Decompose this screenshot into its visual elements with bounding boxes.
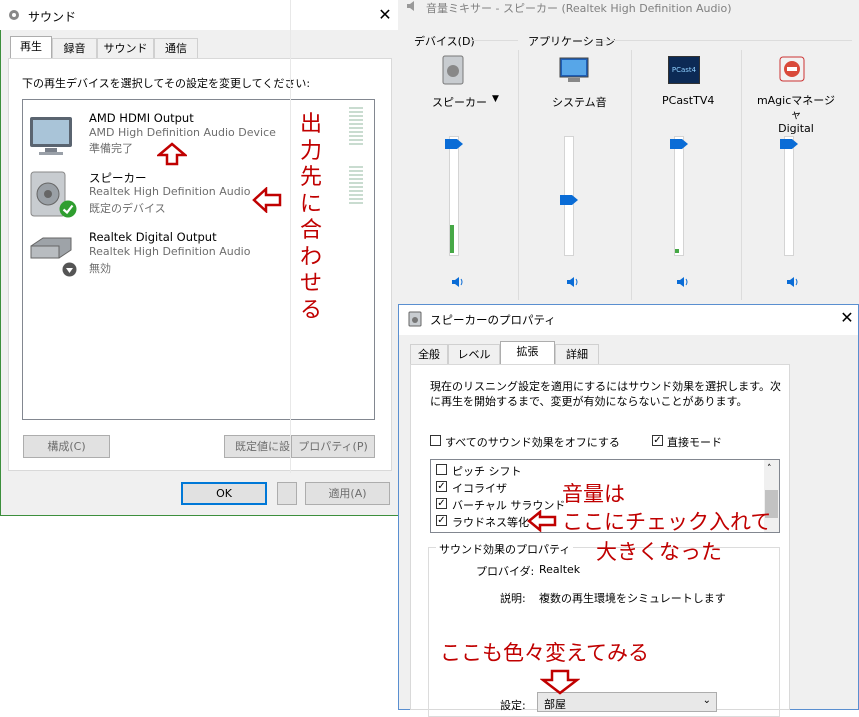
chevron-up-icon[interactable]: ˄ (767, 464, 772, 474)
volume-slider-thumb[interactable] (780, 139, 798, 150)
playback-instruction: 下の再生デバイスを選択してその設定を変更してください: (22, 77, 311, 90)
device-status-digital: 無効 (89, 262, 111, 275)
volume-slider-track[interactable] (784, 136, 794, 256)
mixer-col-system: システム音 (552, 96, 607, 109)
apply-button[interactable]: 適用(A) (305, 482, 390, 505)
device-status-hdmi: 準備完了 (89, 142, 133, 155)
peak-meter (450, 225, 454, 253)
ok-button[interactable]: OK (181, 482, 267, 505)
tab-levels[interactable]: レベル (448, 344, 500, 364)
level-meter (349, 166, 363, 206)
provider-label: プロバイダ: (476, 565, 535, 578)
tab-advanced[interactable]: 詳細 (555, 344, 599, 364)
tab-general[interactable]: 全般 (410, 344, 448, 364)
peak-meter (675, 249, 679, 253)
mixer-title: 音量ミキサー - スピーカー (Realtek High Definition … (426, 2, 732, 15)
effect-checkbox-equalizer[interactable]: ✓ (436, 481, 447, 492)
setting-dropdown[interactable]: 部屋 ⌄ (537, 692, 717, 712)
configure-button[interactable]: 構成(C) (23, 435, 110, 458)
effect-label: ピッチ シフト (452, 465, 522, 478)
tab-recording[interactable]: 録音 (52, 38, 97, 58)
change-annotation: ここも色々変えてみる (440, 641, 649, 665)
divider (602, 40, 852, 41)
volume-annotation-line1: 音量は (562, 482, 625, 506)
speaker-icon[interactable] (451, 275, 465, 289)
device-name-speaker[interactable]: スピーカー (89, 170, 147, 186)
divider (741, 50, 742, 300)
pcast-logo-text: PCast4 (671, 66, 697, 74)
device-name-hdmi[interactable]: AMD HDMI Output (89, 111, 194, 125)
set-default-button[interactable]: 既定値に設 (224, 435, 292, 458)
divider (518, 50, 519, 300)
chevron-down-icon[interactable]: ⌄ (703, 695, 711, 706)
effect-label: イコライザ (452, 482, 507, 495)
pcast-app-icon: PCast4 (668, 56, 700, 84)
volume-slider-thumb[interactable] (445, 139, 463, 150)
volume-annotation-line2: ここにチェック入れて (562, 510, 772, 534)
speaker-device-icon (442, 55, 464, 85)
disable-all-label: すべてのサウンド効果をオフにする (445, 436, 620, 449)
magic-manager-icon (779, 56, 805, 82)
device-driver-digital: Realtek High Definition Audio (89, 245, 251, 258)
properties-title: スピーカーのプロパティ (430, 313, 556, 327)
mixer-col-pcast: PCastTV4 (662, 94, 715, 107)
effect-checkbox-pitch[interactable] (436, 464, 447, 475)
system-sounds-icon (559, 57, 589, 82)
effect-checkbox-loudness[interactable]: ✓ (436, 515, 447, 526)
device-status-speaker: 既定のデバイス (89, 202, 166, 215)
immediate-mode-label: 直接モード (667, 436, 722, 449)
divider (470, 40, 518, 41)
setting-label: 設定: (500, 699, 526, 712)
effect-properties-title: サウンド効果のプロパティ (436, 541, 574, 557)
volume-slider-track[interactable] (674, 136, 684, 256)
close-icon[interactable]: ✕ (374, 4, 396, 26)
device-driver-speaker: Realtek High Definition Audio (89, 185, 251, 198)
default-check-icon (59, 200, 77, 218)
mixer-col-magic: mAgicマネージャ Digital (756, 94, 836, 135)
divider (290, 0, 291, 473)
speaker-icon[interactable] (786, 275, 800, 289)
volume-annotation-line3: 大きくなった (596, 540, 722, 564)
divider (631, 50, 632, 300)
monitor-icon (30, 117, 72, 155)
gear-speaker-icon (9, 10, 19, 20)
speaker-device-icon (408, 311, 422, 327)
provider-value: Realtek (539, 563, 581, 576)
disable-all-checkbox[interactable] (430, 435, 441, 446)
applications-label: アプリケーション (528, 35, 616, 48)
speaker-icon (407, 1, 414, 11)
speaker-icon[interactable] (676, 275, 690, 289)
level-meter (349, 107, 363, 147)
close-icon[interactable]: ✕ (836, 307, 858, 329)
enhancements-description: 現在のリスニング設定を適用にするにはサウンド効果を選択します。次に再生を開始する… (430, 380, 782, 408)
devices-label: デバイス(D) (414, 35, 475, 48)
mixer-col-speaker[interactable]: スピーカー (432, 94, 487, 110)
arrow-up-annotation-icon (157, 142, 187, 166)
vertical-annotation: 出力 先に 合わ せる (299, 112, 322, 323)
cancel-button[interactable] (277, 482, 297, 505)
effect-checkbox-surround[interactable]: ✓ (436, 498, 447, 509)
arrow-left-annotation-icon (527, 510, 557, 532)
tab-sounds[interactable]: サウンド (97, 38, 154, 58)
volume-slider-thumb[interactable] (670, 139, 688, 150)
effect-label: ラウドネス等化 (452, 516, 529, 529)
chevron-down-icon[interactable]: ▼ (492, 94, 499, 104)
description-value: 複数の再生環境をシミュレートします (539, 592, 726, 605)
tab-enhancements[interactable]: 拡張 (500, 341, 555, 364)
arrow-left-annotation-icon (252, 187, 282, 213)
tab-communications[interactable]: 通信 (154, 38, 198, 58)
description-label: 説明: (500, 592, 526, 605)
immediate-mode-checkbox[interactable]: ✓ (652, 435, 663, 446)
sound-dialog-title: サウンド (28, 10, 77, 24)
disabled-arrow-icon (62, 262, 77, 277)
device-name-digital[interactable]: Realtek Digital Output (89, 230, 217, 244)
tab-playback[interactable]: 再生 (10, 36, 52, 59)
device-driver-hdmi: AMD High Definition Audio Device (89, 126, 276, 139)
arrow-down-annotation-icon (540, 669, 580, 695)
speaker-icon[interactable] (566, 275, 580, 289)
properties-button[interactable]: プロパティ(P) (291, 435, 375, 458)
volume-slider-thumb[interactable] (560, 194, 578, 205)
